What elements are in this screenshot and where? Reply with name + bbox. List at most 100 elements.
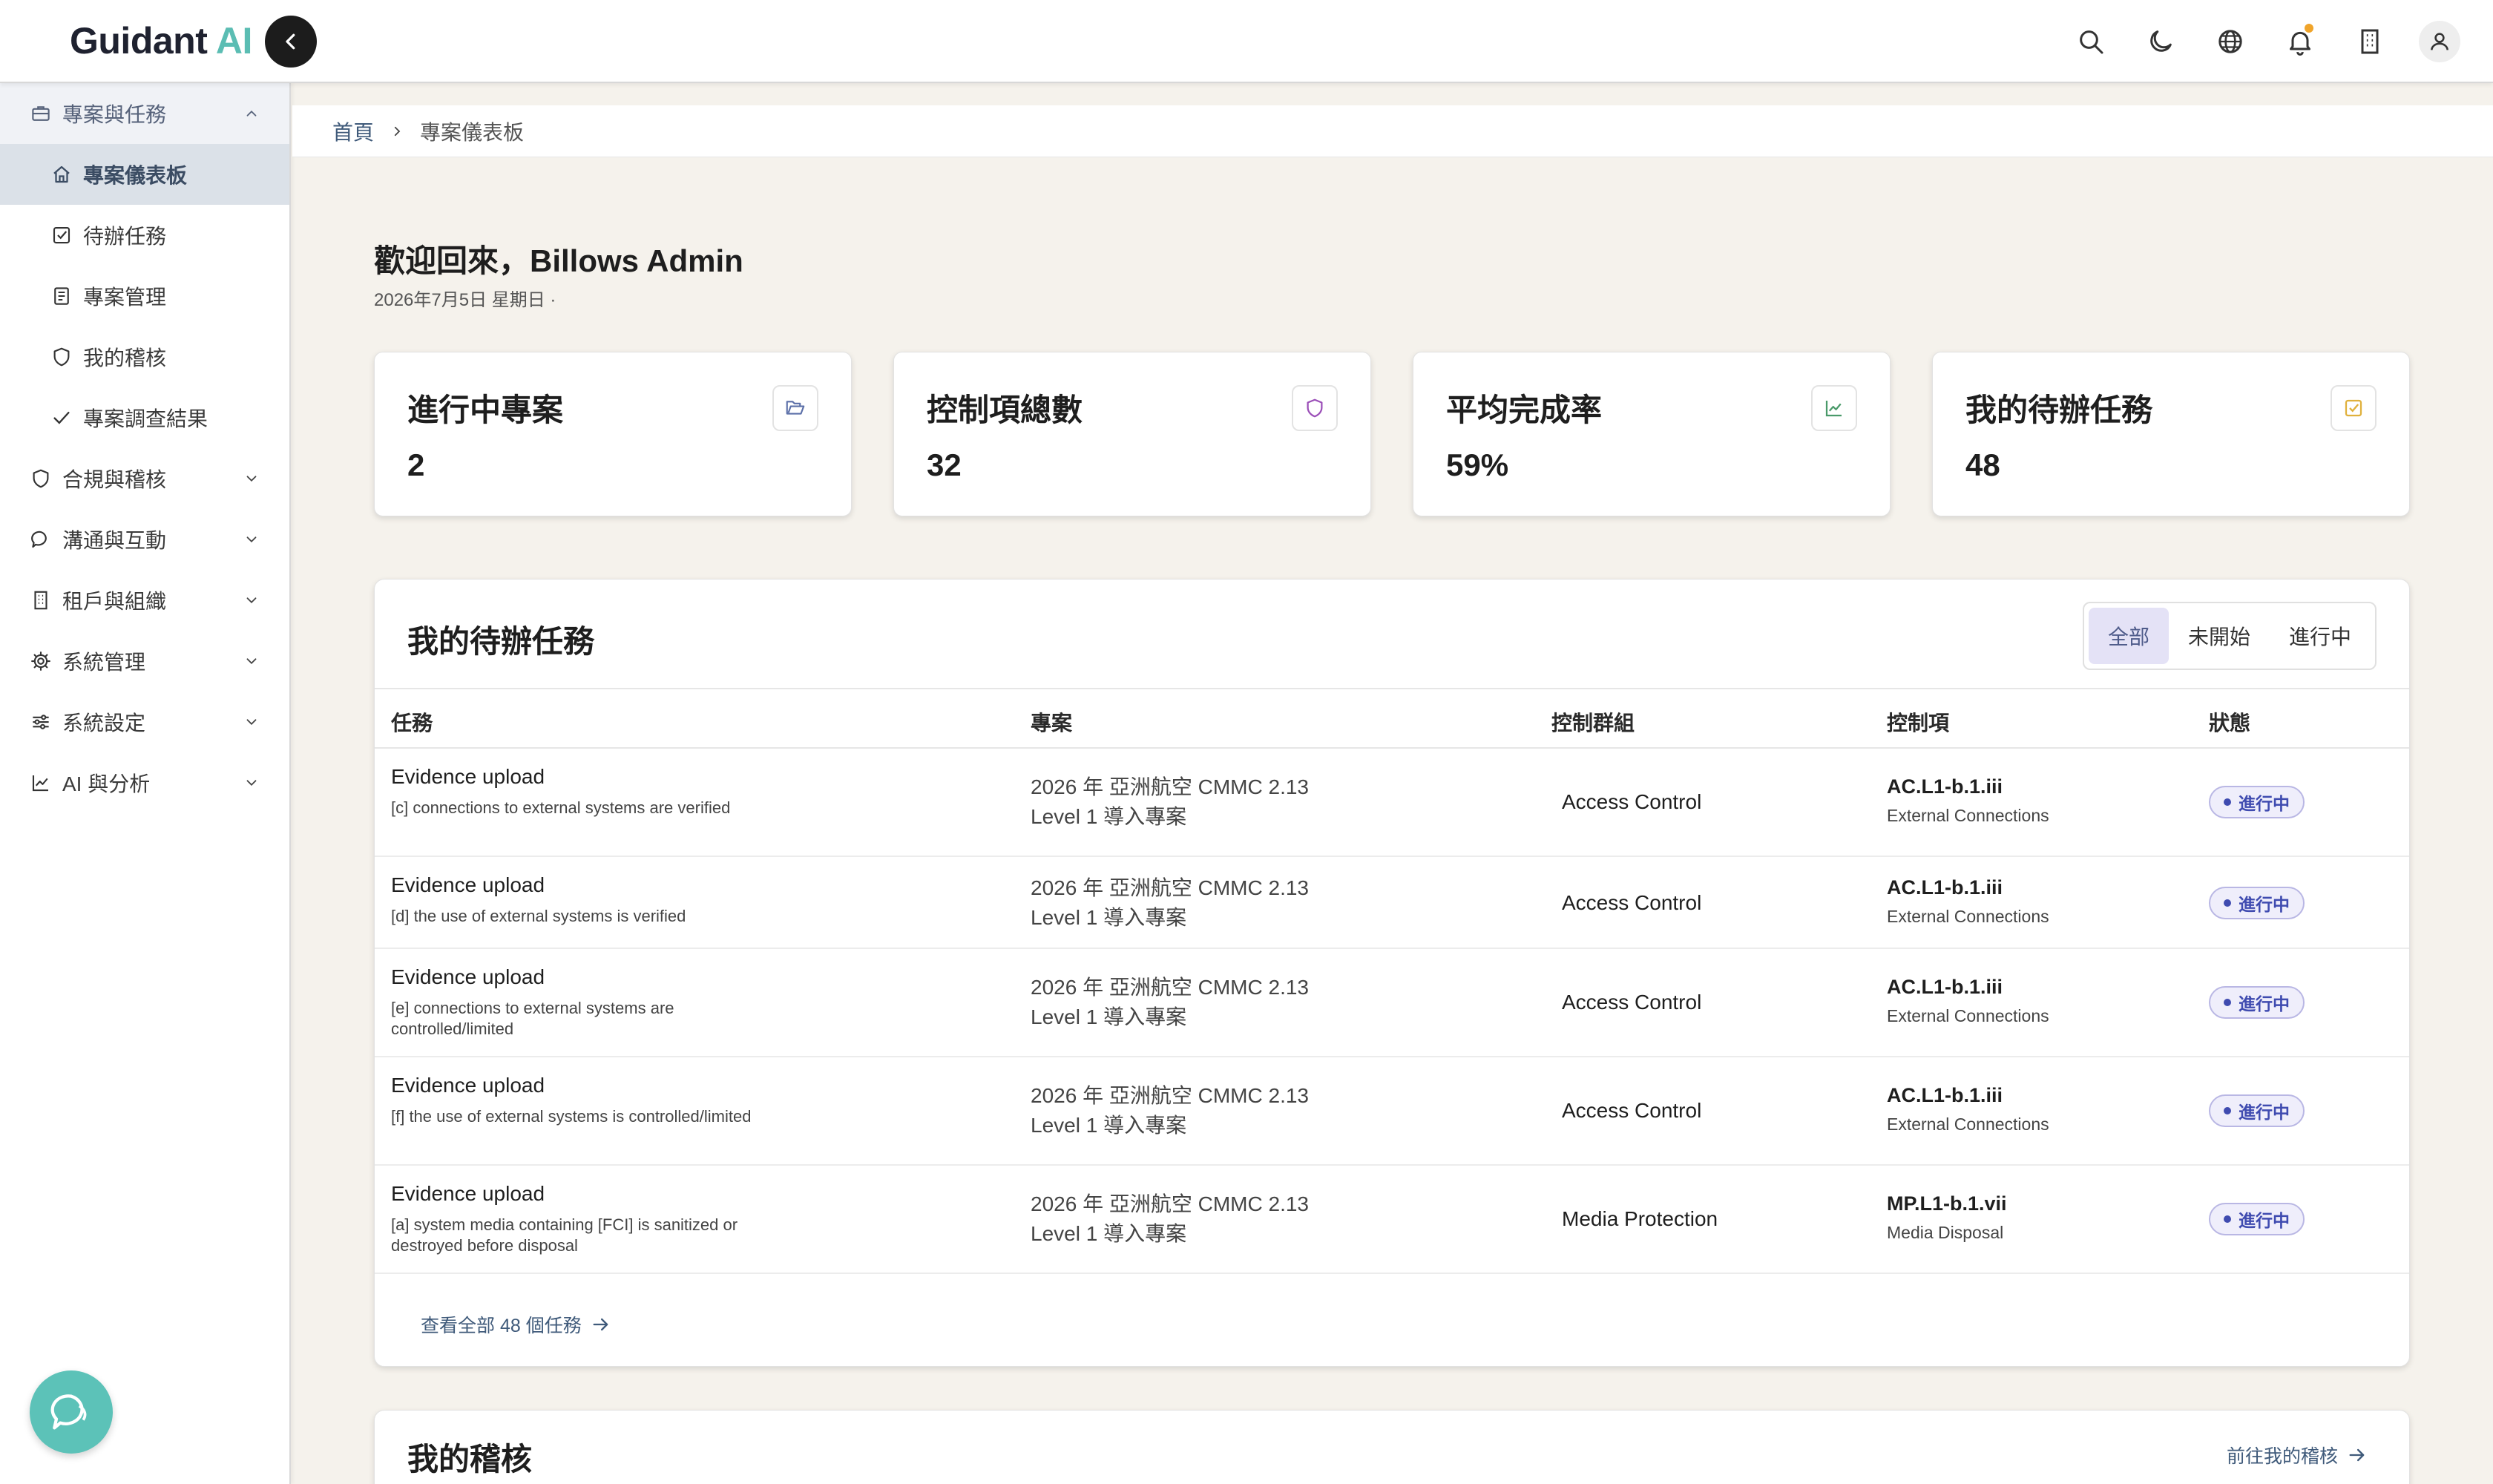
chevron-down-icon (246, 658, 257, 665)
task-cell: Evidence upload [d] the use of external … (391, 873, 777, 927)
notifications-button[interactable] (2279, 21, 2321, 62)
sidebar-group-tenants[interactable]: 租戶與組織 (0, 570, 289, 631)
search-icon (2080, 30, 2103, 54)
view-all-tasks-link[interactable]: 查看全部 48 個任務 (421, 1311, 611, 1338)
filter-all[interactable]: 全部 (2088, 608, 2169, 664)
control-group: Media Protection (1562, 1207, 1718, 1230)
collapse-sidebar-button[interactable] (265, 16, 317, 68)
sidebar-group-system-admin[interactable]: 系統管理 (0, 631, 289, 692)
document-icon (54, 287, 69, 305)
sidebar-item-label: 待辦任務 (83, 225, 167, 248)
breadcrumb-current: 專案儀表板 (420, 120, 525, 144)
building-icon (2361, 29, 2379, 54)
column-header-task[interactable]: 任務 (391, 707, 433, 737)
control-name: External Connections (1887, 806, 2049, 825)
folder-icon (772, 385, 818, 431)
task-title: Evidence upload (391, 1182, 545, 1205)
stat-card-active-projects[interactable]: 進行中專案 2 (374, 352, 852, 516)
breadcrumb-home[interactable]: 首頁 (332, 116, 374, 146)
app-logo[interactable]: Guidant AI (70, 19, 252, 62)
gear-icon (31, 651, 50, 671)
chat-assistant-button[interactable] (30, 1370, 113, 1454)
control-cell: MP.L1-b.1.vii Media Disposal (1887, 1192, 2007, 1243)
sidebar-group-projects[interactable]: 專案與任務 (0, 83, 289, 144)
chat-icon (50, 1394, 87, 1430)
table-row[interactable]: Evidence upload [e] connections to exter… (375, 949, 2409, 1057)
chevron-left-icon (286, 33, 295, 50)
table-row[interactable]: Evidence upload [a] system media contain… (375, 1166, 2409, 1274)
my-tasks-panel: 我的待辦任務 全部 未開始 進行中 任務 專案 控制群組 控制項 狀態 Evid… (374, 579, 2410, 1367)
control-code: MP.L1-b.1.vii (1887, 1192, 2007, 1215)
breadcrumb: 首頁 專案儀表板 (292, 105, 2493, 157)
chevron-right-icon (394, 126, 401, 136)
project-name: 2026 年 亞洲航空 CMMC 2.13 (1031, 876, 1309, 899)
language-button[interactable] (2210, 21, 2251, 62)
stat-card-avg-completion[interactable]: 平均完成率 59% (1413, 352, 1891, 516)
column-header-control[interactable]: 控制項 (1887, 707, 1949, 737)
column-header-control-group[interactable]: 控制群組 (1551, 707, 1635, 737)
stat-value: 48 (1965, 447, 2000, 482)
sidebar: 專案與任務 專案儀表板 待辦任務 專案管理 我的稽核 專案調查結果 合規與稽核 … (0, 83, 291, 1484)
task-cell: Evidence upload [c] connections to exter… (391, 765, 777, 818)
sidebar-item-project-management[interactable]: 專案管理 (0, 266, 289, 326)
filter-in-progress[interactable]: 進行中 (2270, 608, 2371, 664)
top-bar: Guidant AI (0, 0, 2493, 83)
status-dot (2224, 1215, 2231, 1223)
task-title: Evidence upload (391, 965, 545, 988)
sidebar-item-project-findings[interactable]: 專案調查結果 (0, 387, 289, 448)
go-to-my-audits-link[interactable]: 前往我的稽核 (2227, 1442, 2368, 1468)
sidebar-item-todo-tasks[interactable]: 待辦任務 (0, 205, 289, 266)
stat-card-my-tasks[interactable]: 我的待辦任務 48 (1932, 352, 2410, 516)
task-icon (2331, 385, 2377, 431)
theme-toggle-button[interactable] (2140, 21, 2181, 62)
sidebar-group-label: 專案與任務 (62, 103, 167, 126)
task-title: Evidence upload (391, 1074, 545, 1097)
project-name: 2026 年 亞洲航空 CMMC 2.13 (1031, 1084, 1309, 1107)
stat-title: 我的待辦任務 (1965, 393, 2153, 427)
control-group: Access Control (1562, 790, 1702, 813)
sidebar-item-label: 專案管理 (83, 286, 167, 309)
sidebar-group-communication[interactable]: 溝通與互動 (0, 509, 289, 570)
stat-card-total-controls[interactable]: 控制項總數 32 (893, 352, 1371, 516)
control-name: External Connections (1887, 907, 2049, 926)
project-subtitle: Level 1 導入專案 (1031, 805, 1187, 828)
stat-value: 2 (407, 447, 425, 482)
project-cell: 2026 年 亞洲航空 CMMC 2.13 Level 1 導入專案 (1031, 1081, 1309, 1140)
sidebar-item-my-audits[interactable]: 我的稽核 (0, 326, 289, 387)
column-header-status[interactable]: 狀態 (2209, 707, 2250, 737)
control-code: AC.L1-b.1.iii (1887, 775, 2003, 798)
sidebar-group-ai-analytics[interactable]: AI 與分析 (0, 752, 289, 813)
sidebar-group-compliance[interactable]: 合規與稽核 (0, 448, 289, 509)
table-row[interactable]: Evidence upload [f] the use of external … (375, 1057, 2409, 1166)
user-menu-button[interactable] (2419, 21, 2460, 62)
moon-icon (2150, 30, 2172, 52)
sidebar-item-label: 專案調查結果 (83, 407, 208, 430)
my-audits-panel: 我的稽核 前往我的稽核 (374, 1410, 2410, 1484)
control-group: Access Control (1562, 891, 1702, 914)
status-badge: 進行中 (2209, 986, 2305, 1019)
logo-accent: AI (215, 20, 253, 62)
sidebar-item-project-dashboard[interactable]: 專案儀表板 (0, 144, 289, 205)
column-header-project[interactable]: 專案 (1031, 707, 1072, 737)
sidebar-group-label: AI 與分析 (62, 772, 151, 795)
organization-button[interactable] (2349, 21, 2391, 62)
control-cell: AC.L1-b.1.iii External Connections (1887, 775, 2049, 826)
view-all-label: 查看全部 48 個任務 (421, 1316, 582, 1336)
home-icon (53, 165, 70, 183)
project-subtitle: Level 1 導入專案 (1031, 906, 1187, 929)
task-description: [a] system media containing [FCI] is san… (391, 1215, 738, 1255)
sidebar-group-system-settings[interactable]: 系統設定 (0, 692, 289, 752)
stat-value: 32 (927, 447, 962, 482)
briefcase-icon (32, 106, 50, 121)
filter-not-started[interactable]: 未開始 (2169, 608, 2270, 664)
table-row[interactable]: Evidence upload [d] the use of external … (375, 857, 2409, 949)
status-dot (2224, 899, 2231, 907)
logo-name: Guidant (70, 20, 208, 62)
search-button[interactable] (2070, 21, 2112, 62)
shield-icon (33, 469, 49, 488)
control-code: AC.L1-b.1.iii (1887, 1084, 2003, 1106)
stat-title: 控制項總數 (927, 393, 1083, 427)
status-label: 進行中 (2239, 994, 2290, 1014)
shield-icon (1292, 385, 1338, 431)
table-row[interactable]: Evidence upload [c] connections to exter… (375, 749, 2409, 857)
